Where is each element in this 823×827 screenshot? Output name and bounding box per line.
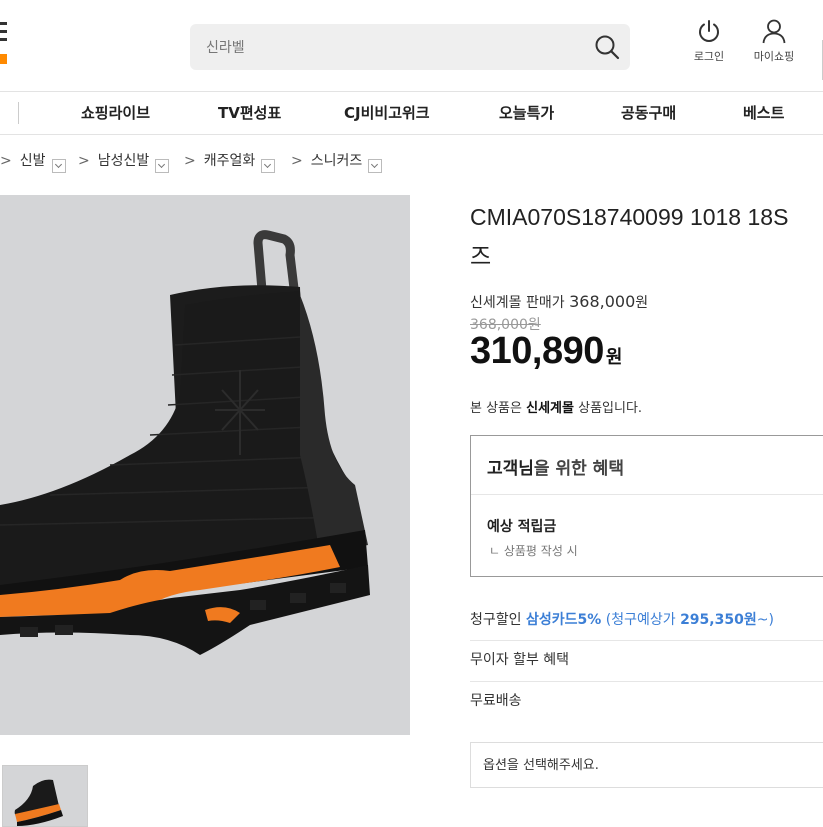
benefit-heading: 고객님을 위한 혜택 [487,454,624,479]
seller-price: 신세계몰 판매가 368,000원 [470,292,648,312]
nav-item-shopping-live[interactable]: 쇼핑라이브 [81,92,150,134]
benefit-heading-rest: 을 위한 혜택 [533,459,624,479]
product-title: CMIA070S18740099 1018 18S [470,204,789,230]
nav-item-cj-bibigo-week[interactable]: CJ비비고위크 [344,92,430,134]
row-divider [470,640,823,641]
shipping-label: 무료배송 [470,693,522,709]
row-divider [470,681,823,682]
search-icon[interactable] [594,34,620,60]
logo-fragment[interactable] [0,22,7,66]
option-select[interactable]: 옵션을 선택해주세요. [470,742,823,788]
expected-price-prefix: (청구예상가 [605,612,676,628]
sneaker-image [0,195,410,735]
installment-row[interactable]: 무이자 할부 혜택 [470,649,823,669]
seller-price-unit: 원 [635,295,649,311]
notice-suffix: 상품입니다. [578,401,643,416]
breadcrumb-item-sneakers[interactable]: > 스니커즈 [291,150,383,173]
mypage-label: 마이쇼핑 [753,50,795,63]
product-thumbnail[interactable] [2,765,88,827]
notice-brand: 신세계몰 [526,401,574,416]
expected-price-suffix: ~) [756,612,774,628]
login-button[interactable]: 로그인 [679,18,739,64]
nav-item-group-buy[interactable]: 공동구매 [621,92,676,134]
card-discount-label: 청구할인 [470,612,522,628]
expected-points-label: 예상 적립금 [487,519,557,535]
nav-divider [18,102,19,124]
card-discount-card[interactable]: 삼성카드5% [526,612,601,628]
nav-bottom-border [0,134,823,135]
seller-price-value: 368,000 [569,292,636,311]
sale-price-value: 310,890 [470,330,604,372]
chevron-down-icon[interactable] [261,159,276,173]
breadcrumb-item-shoes[interactable]: > 신발 [0,150,66,173]
login-label: 로그인 [693,50,725,63]
expected-price-value: 295,350원 [680,612,757,628]
chevron-down-icon[interactable] [368,159,383,173]
main-nav: 쇼핑라이브 TV편성표 CJ비비고위크 오늘특가 공동구매 베스트 [0,92,823,134]
sale-price: 310,890 원 [470,330,622,373]
breadcrumb-item-casual[interactable]: > 캐주얼화 [184,150,276,173]
notice-prefix: 본 상품은 [470,401,522,416]
installment-label: 무이자 할부 혜택 [470,652,570,668]
product-image[interactable] [0,195,410,735]
search-input[interactable] [204,24,588,72]
sneaker-thumbnail-image [3,766,87,826]
benefit-divider [471,494,823,495]
search-bar [190,24,630,72]
chevron-down-icon[interactable] [51,159,66,173]
benefit-heading-strong: 고객님 [487,459,534,479]
product-title-continued: 즈 [470,244,492,270]
nav-item-today-deal[interactable]: 오늘특가 [499,92,554,134]
seller-notice: 본 상품은 신세계몰 상품입니다. [470,397,642,416]
card-discount-row[interactable]: 청구할인 삼성카드5% (청구예상가 295,350원~) [470,609,823,629]
option-select-placeholder: 옵션을 선택해주세요. [483,758,599,773]
nav-item-best[interactable]: 베스트 [743,92,784,134]
sale-price-unit: 원 [605,347,623,368]
expected-points-sub: ㄴ 상품평 작성 시 [489,544,578,558]
benefit-box: 고객님을 위한 혜택 예상 적립금 ㄴ 상품평 작성 시 [470,435,823,577]
nav-item-tv-schedule[interactable]: TV편성표 [218,92,281,134]
breadcrumb-item-mens-shoes[interactable]: > 남성신발 [78,150,170,173]
person-icon [762,19,786,44]
power-icon [699,20,719,42]
shipping-row: 무료배송 [470,690,823,710]
seller-price-label: 신세계몰 판매가 [470,295,565,311]
chevron-down-icon[interactable] [155,159,170,173]
mypage-button[interactable]: 마이쇼핑 [744,18,804,64]
